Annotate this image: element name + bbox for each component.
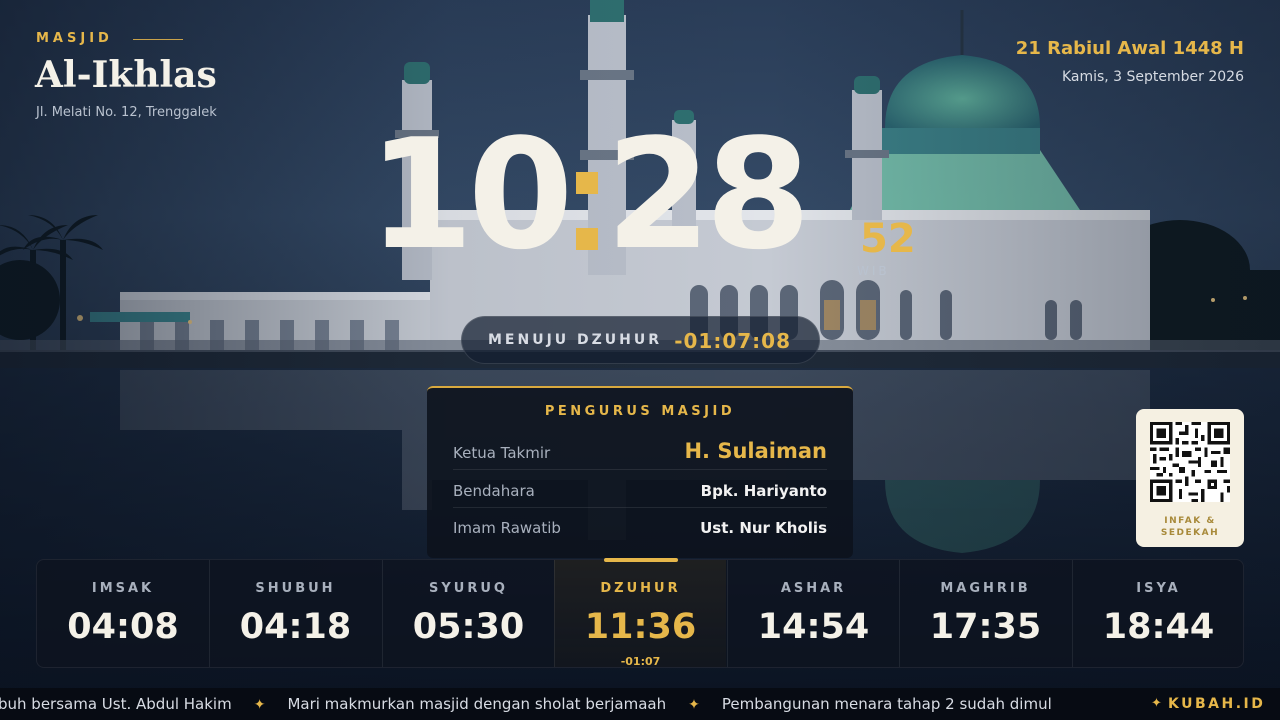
clock-seconds: 52 <box>860 216 916 262</box>
board-role: Imam Rawatib <box>453 519 561 537</box>
mosque-name: Al-Ikhlas <box>35 54 217 96</box>
prayer-time: 04:18 <box>239 607 352 647</box>
qr-label-line1: INFAK & <box>1164 516 1216 526</box>
ticker-separator-icon: ✦ <box>253 697 266 713</box>
prayer-time: 14:54 <box>757 607 870 647</box>
kicker-divider <box>133 39 183 40</box>
qr-code-icon <box>1150 422 1230 502</box>
board-row: Ketua Takmir H. Sulaiman <box>453 433 827 470</box>
prayer-imsak: IMSAK 04:08 <box>37 560 209 667</box>
gregorian-date: Kamis, 3 September 2026 <box>1061 69 1244 85</box>
clock-colon <box>574 110 600 250</box>
announcement-ticker: buh bersama Ust. Abdul Hakim ✦ Mari makmur… <box>0 688 1280 720</box>
board-row: Bendahara Bpk. Hariyanto <box>453 471 827 508</box>
prayer-time: 11:36 <box>584 607 697 647</box>
clock-hours: 10 <box>368 106 574 283</box>
main-clock: 10 28 <box>368 110 811 280</box>
prayer-schedule: IMSAK 04:08 SHUBUH 04:18 SYURUQ 05:30 DZ… <box>36 558 1244 668</box>
board-title: PENGURUS MASJID <box>544 404 736 419</box>
prayer-name: DZUHUR <box>600 581 681 596</box>
prayer-delta: -01:07 <box>620 655 661 668</box>
ticker-item: Mari makmurkan masjid dengan sholat berj… <box>287 695 667 713</box>
prayer-name: ASHAR <box>780 581 847 596</box>
countdown-value: -01:07:08 <box>674 329 791 353</box>
prayer-time: 05:30 <box>412 607 525 647</box>
active-prayer-indicator <box>604 558 678 562</box>
hijri-date: 21 Rabiul Awal 1448 H <box>1015 38 1244 59</box>
brand-badge: ✦ KUBAH.ID <box>1134 688 1280 720</box>
clock-timezone: WIB <box>857 264 890 278</box>
prayer-dzuhur: DZUHUR 11:36 -01:07 <box>554 558 726 668</box>
prayer-name: SYURUQ <box>429 581 508 596</box>
prayer-time: 18:44 <box>1102 607 1215 647</box>
board-row: Imam Rawatib Ust. Nur Kholis <box>453 508 827 545</box>
next-prayer-countdown: MENUJU DZUHUR -01:07:08 <box>461 316 820 364</box>
clock-minutes: 28 <box>605 106 812 283</box>
board-role: Ketua Takmir <box>453 444 551 462</box>
donation-qr-card[interactable]: INFAK & SEDEKAH <box>1136 409 1244 547</box>
prayer-name: IMSAK <box>91 581 155 596</box>
prayer-time: 17:35 <box>929 607 1042 647</box>
brand-name: KUBAH.ID <box>1168 696 1266 712</box>
board-role: Bendahara <box>453 482 535 500</box>
star-icon: ✦ <box>1151 696 1162 711</box>
prayer-maghrib: MAGHRIB 17:35 <box>899 560 1071 667</box>
qr-label-line2: SEDEKAH <box>1160 528 1220 538</box>
ticker-item: buh bersama Ust. Abdul Hakim <box>0 695 232 713</box>
prayer-isya: ISYA 18:44 <box>1072 560 1244 667</box>
board-person: H. Sulaiman <box>684 439 827 463</box>
prayer-name: MAGHRIB <box>940 581 1031 596</box>
qr-label: INFAK & SEDEKAH <box>1136 515 1244 539</box>
prayer-name: ISYA <box>1136 581 1181 596</box>
prayer-time: 04:08 <box>67 607 179 647</box>
board-person: Bpk. Hariyanto <box>700 482 827 500</box>
prayer-shubuh: SHUBUH 04:18 <box>209 560 381 667</box>
ticker-separator-icon: ✦ <box>688 697 700 713</box>
ticker-track: buh bersama Ust. Abdul Hakim ✦ Mari makmur… <box>0 695 1052 713</box>
prayer-syuruq: SYURUQ 05:30 <box>382 560 554 667</box>
countdown-label: MENUJU DZUHUR <box>488 332 663 348</box>
mosque-address: Jl. Melati No. 12, Trenggalek <box>36 105 217 120</box>
mosque-board-card: PENGURUS MASJID Ketua Takmir H. Sulaiman… <box>427 386 853 558</box>
ticker-item: Pembangunan menara tahap 2 sudah dimul <box>721 695 1052 713</box>
prayer-name: SHUBUH <box>255 581 336 596</box>
mosque-kicker: MASJID <box>36 31 113 46</box>
board-person: Ust. Nur Kholis <box>700 519 827 537</box>
prayer-ashar: ASHAR 14:54 <box>727 560 899 667</box>
